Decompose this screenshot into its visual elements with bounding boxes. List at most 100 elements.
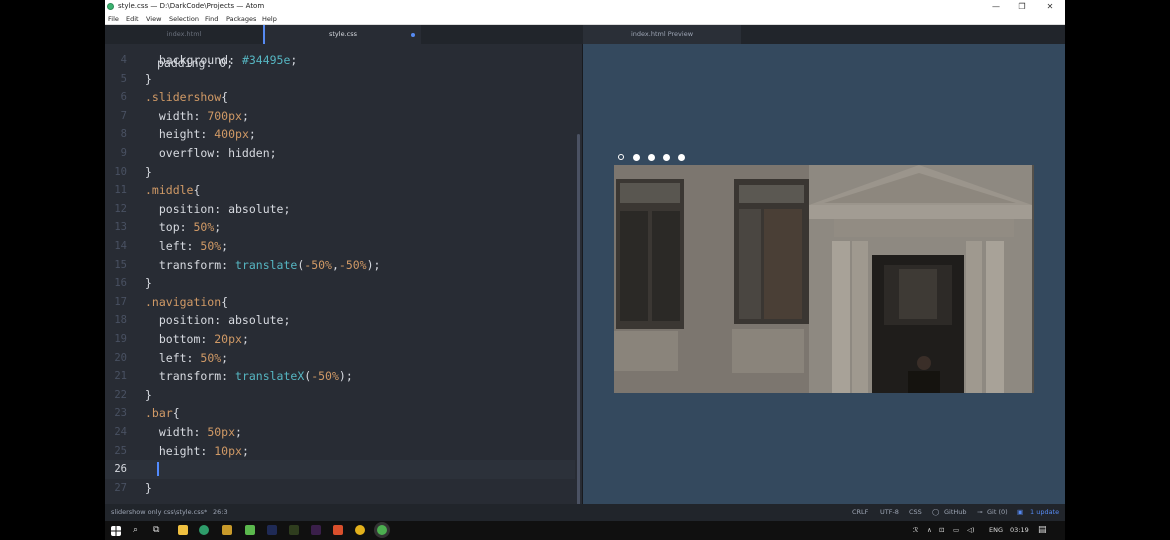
- chrome-icon[interactable]: [355, 525, 365, 535]
- line-number[interactable]: 13: [105, 218, 127, 237]
- code-text: background: #34495e;: [145, 53, 298, 67]
- atom-logo-icon: [107, 3, 114, 10]
- code-line: 11 .middle{: [105, 181, 575, 200]
- code-line: 12 position: absolute;: [105, 200, 575, 219]
- code-line: 15 transform: translate(-50%,-50%);: [105, 256, 575, 275]
- nav-dot-5[interactable]: [678, 154, 685, 161]
- tray-expand-icon[interactable]: ∧: [927, 521, 932, 540]
- volume-icon[interactable]: ◁): [967, 521, 975, 540]
- line-number[interactable]: 11: [105, 181, 127, 200]
- modified-indicator-icon: [411, 33, 415, 37]
- illustrator-icon[interactable]: [289, 525, 299, 535]
- menu-help[interactable]: Help: [262, 13, 277, 25]
- nav-dot-4[interactable]: [663, 154, 670, 161]
- minimize-button[interactable]: —: [985, 0, 1007, 13]
- line-number[interactable]: 4: [105, 51, 127, 70]
- line-number[interactable]: 21: [105, 367, 127, 386]
- code-text: height: 400px;: [145, 127, 256, 142]
- line-number[interactable]: 24: [105, 423, 127, 442]
- menu-file[interactable]: File: [108, 13, 119, 25]
- status-line-ending[interactable]: CRLF: [852, 504, 868, 521]
- nav-dot-2[interactable]: [633, 154, 640, 161]
- line-number[interactable]: 8: [105, 125, 127, 144]
- line-number[interactable]: 25: [105, 442, 127, 461]
- line-number[interactable]: 20: [105, 349, 127, 368]
- line-number[interactable]: 18: [105, 311, 127, 330]
- menu-packages[interactable]: Packages: [226, 13, 256, 25]
- code-text: .bar{: [145, 406, 180, 421]
- search-icon[interactable]: ⌕: [133, 521, 138, 540]
- code-text: transform: translateX(-50%);: [145, 369, 353, 384]
- line-number[interactable]: 22: [105, 386, 127, 405]
- code-line: 20 left: 50%;: [105, 349, 575, 368]
- line-number[interactable]: 26: [105, 460, 127, 479]
- line-number[interactable]: 10: [105, 163, 127, 182]
- nav-dot-1[interactable]: [618, 154, 624, 160]
- code-line: 5}: [105, 70, 575, 89]
- status-git[interactable]: Git (0): [987, 504, 1008, 521]
- line-number[interactable]: 12: [105, 200, 127, 219]
- code-text: width: 50px;: [145, 425, 242, 439]
- code-text: width: 700px;: [145, 108, 249, 123]
- line-number[interactable]: 17: [105, 293, 127, 312]
- network-icon[interactable]: ⊡: [939, 521, 944, 540]
- status-github[interactable]: GitHub: [944, 504, 967, 521]
- code-text: .middle{: [145, 183, 201, 198]
- menu-find[interactable]: Find: [205, 13, 218, 25]
- task-view-icon[interactable]: ⧉: [153, 521, 159, 540]
- status-encoding[interactable]: UTF-8: [880, 504, 899, 521]
- editor-scrollbar[interactable]: [577, 134, 580, 504]
- code-text: left: 50%;: [145, 350, 229, 365]
- app-icon-2[interactable]: [245, 525, 255, 535]
- status-update[interactable]: 1 update: [1030, 504, 1059, 521]
- line-number[interactable]: 5: [105, 70, 127, 89]
- status-grammar[interactable]: CSS: [909, 504, 922, 521]
- tab-label: index.html: [166, 30, 202, 38]
- github-icon[interactable]: ◯: [932, 504, 939, 521]
- nav-dot-3[interactable]: [648, 154, 655, 161]
- line-number[interactable]: 9: [105, 144, 127, 163]
- code-text: position: absolute;: [145, 313, 291, 328]
- line-number[interactable]: 23: [105, 404, 127, 423]
- clock[interactable]: 03:19: [1010, 521, 1029, 540]
- title-bar: style.css — D:\DarkCode\Projects — Atom …: [105, 0, 1065, 13]
- html-preview-pane: [583, 44, 1065, 504]
- line-number[interactable]: 27: [105, 479, 127, 498]
- atom-taskbar-icon[interactable]: [377, 525, 387, 535]
- app-icon-1[interactable]: [222, 525, 232, 535]
- close-button[interactable]: ✕: [1039, 0, 1061, 13]
- language-indicator[interactable]: ENG: [989, 521, 1003, 540]
- line-number[interactable]: 14: [105, 237, 127, 256]
- maximize-button[interactable]: ❐: [1011, 0, 1033, 13]
- windows-taskbar: ⌕ ⧉ ℛ ∧ ⊡ ▭ ◁) ENG 03:19 ▤: [105, 521, 1065, 540]
- tab-index-html[interactable]: index.html: [105, 25, 263, 44]
- menu-selection[interactable]: Selection: [169, 13, 199, 25]
- status-file-path[interactable]: slidershow only css\style.css*: [111, 504, 207, 521]
- photoshop-icon[interactable]: [267, 525, 277, 535]
- menu-edit[interactable]: Edit: [126, 13, 139, 25]
- code-editor[interactable]: padding: 0; 4 background: #34495e; 5} 6 .sl…: [105, 44, 582, 504]
- app-icon-3[interactable]: [333, 525, 343, 535]
- line-number[interactable]: 7: [105, 107, 127, 126]
- status-cursor-position[interactable]: 26:3: [213, 504, 228, 521]
- line-number[interactable]: 6: [105, 88, 127, 107]
- power-icon[interactable]: ▭: [953, 521, 959, 540]
- line-number[interactable]: 19: [105, 330, 127, 349]
- premiere-icon[interactable]: [311, 525, 321, 535]
- code-line: 6 .slidershow{: [105, 88, 575, 107]
- people-icon[interactable]: ℛ: [913, 521, 918, 540]
- browser-icon[interactable]: [199, 525, 209, 535]
- menu-view[interactable]: View: [146, 13, 161, 25]
- code-line: 21 transform: translateX(-50%);: [105, 367, 575, 386]
- windows-start-icon[interactable]: [111, 526, 121, 536]
- notifications-icon[interactable]: ▤: [1038, 521, 1047, 540]
- code-line: 14 left: 50%;: [105, 237, 575, 256]
- line-number[interactable]: 16: [105, 274, 127, 293]
- tab-style-css[interactable]: style.css: [265, 25, 421, 44]
- code-line: 10}: [105, 163, 575, 182]
- git-branch-icon: ⊸: [977, 508, 983, 516]
- file-explorer-icon[interactable]: [178, 525, 188, 535]
- tab-preview[interactable]: index.html Preview: [583, 25, 741, 44]
- code-line: 18 position: absolute;: [105, 311, 575, 330]
- line-number[interactable]: 15: [105, 256, 127, 275]
